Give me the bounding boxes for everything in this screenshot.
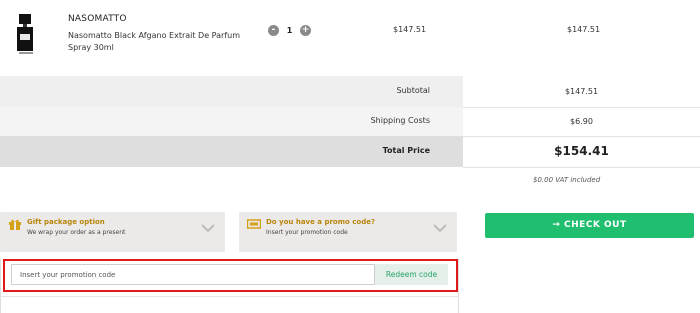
product-name[interactable]: Nasomatto Black Afgano Extrait De Parfum… [68, 30, 248, 54]
total-label: Total Price [382, 146, 430, 155]
subtotal-value: $147.51 [463, 76, 700, 107]
checkout-button[interactable]: → CHECK OUT [485, 213, 694, 238]
quantity-value: 1 [286, 26, 293, 35]
promo-code-title: Do you have a promo code? [266, 218, 376, 226]
total-value: $154.41 [463, 136, 700, 167]
product-image[interactable] [8, 12, 44, 62]
unit-price: $147.51 [393, 25, 427, 34]
vat-note: $0.00 VAT included [533, 176, 601, 184]
ticket-icon [247, 219, 261, 229]
shipping-row: Shipping Costs $6.90 [0, 107, 700, 136]
line-total: $147.51 [567, 25, 601, 34]
subtotal-row: Subtotal $147.51 [0, 76, 700, 107]
product-brand: NASOMATTO [68, 14, 127, 24]
divider [463, 167, 700, 168]
promo-code-panel[interactable]: Do you have a promo code? Insert your pr… [239, 212, 457, 252]
shipping-label: Shipping Costs [370, 116, 430, 125]
gift-option-subtitle: We wrap your order as a present [27, 229, 126, 236]
divider [463, 136, 700, 137]
increase-quantity-button[interactable]: + [300, 25, 311, 36]
decrease-quantity-button[interactable]: - [268, 25, 279, 36]
total-row: Total Price $154.41 [0, 136, 700, 167]
subtotal-label: Subtotal [396, 86, 430, 95]
divider [0, 296, 459, 297]
shipping-value: $6.90 [463, 107, 700, 136]
cart-product-row: NASOMATTO Nasomatto Black Afgano Extrait… [0, 0, 700, 78]
gift-option-title: Gift package option [27, 218, 105, 226]
highlight-box [3, 259, 458, 292]
gift-icon [9, 219, 21, 230]
quantity-stepper: - 1 + [268, 25, 311, 36]
promo-code-subtitle: Insert your promotion code [266, 229, 348, 236]
chevron-down-icon[interactable] [201, 224, 215, 233]
divider [463, 107, 700, 108]
chevron-down-icon[interactable] [433, 224, 447, 233]
gift-option-panel[interactable]: Gift package option We wrap your order a… [0, 212, 225, 252]
